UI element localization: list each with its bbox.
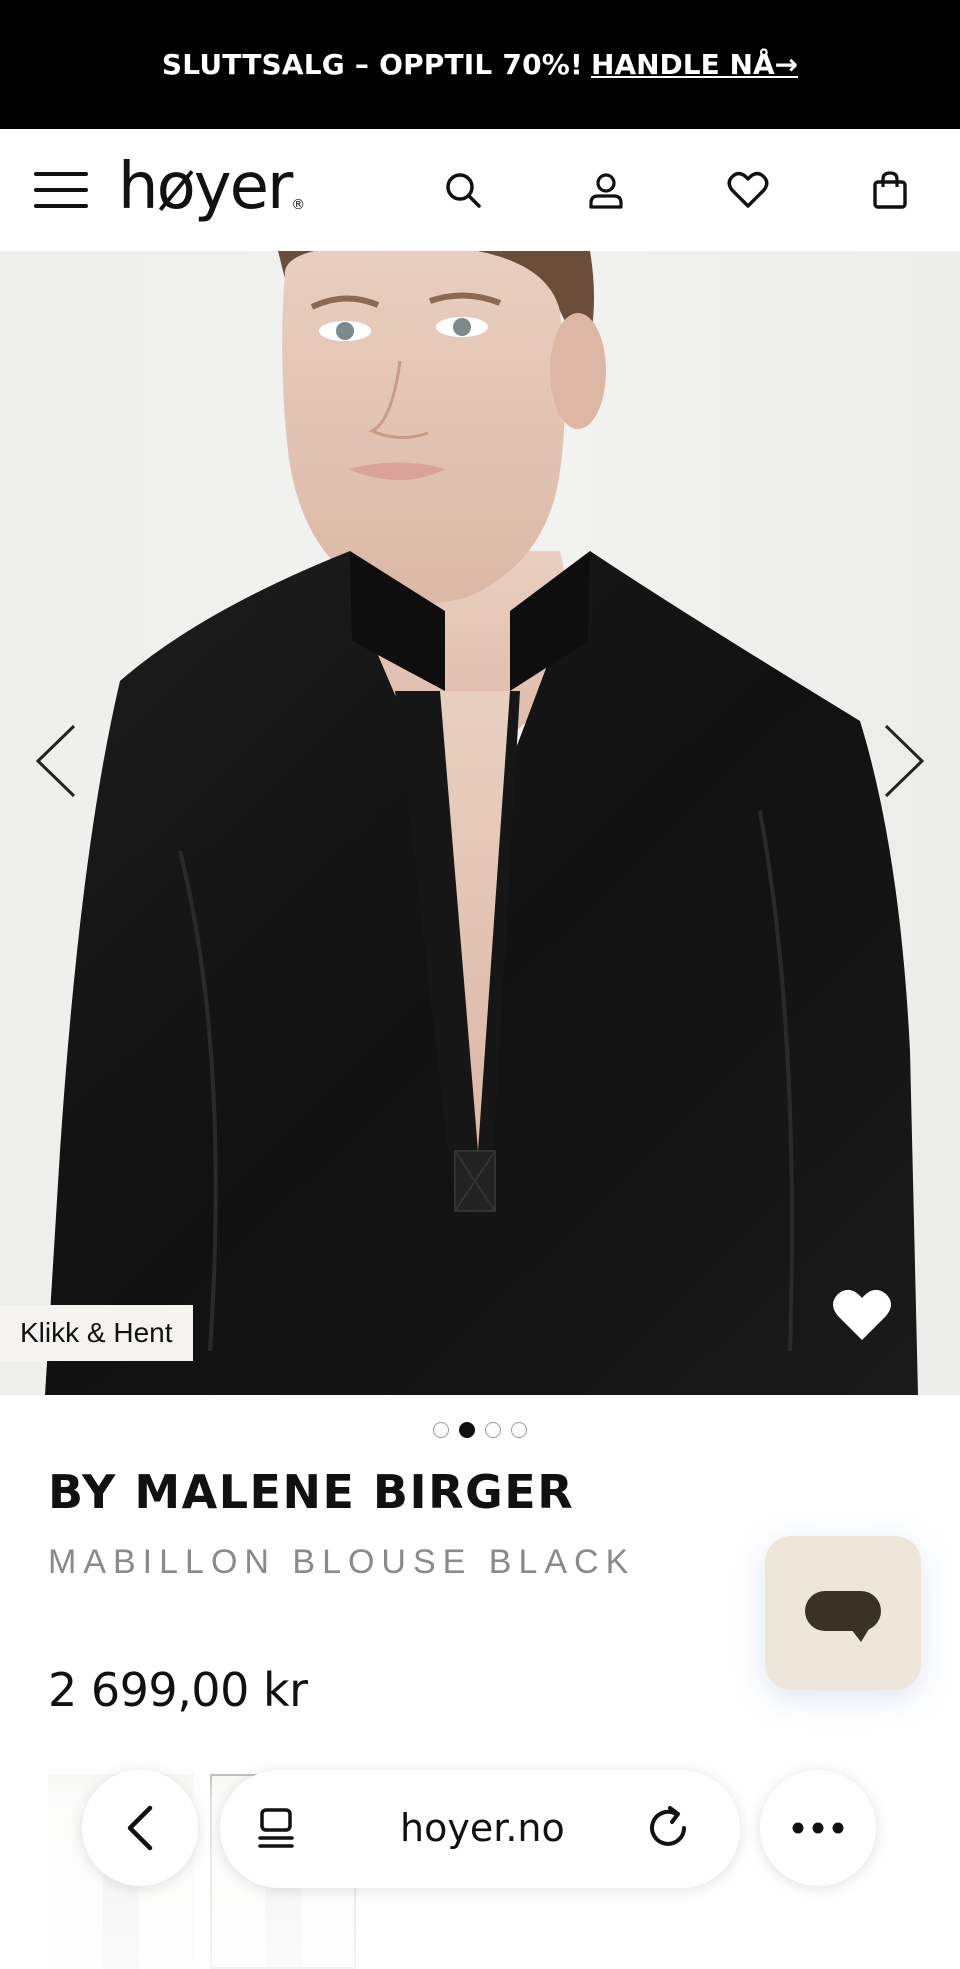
add-to-wishlist-heart-icon[interactable] [830, 1286, 894, 1344]
product-image-carousel[interactable]: Klikk & Hent [0, 251, 960, 1395]
product-brand[interactable]: BY MALENE BIRGER [48, 1465, 574, 1519]
chat-bubble-icon [805, 1591, 881, 1642]
tabs-icon[interactable] [248, 1800, 304, 1856]
user-icon[interactable] [581, 165, 631, 215]
product-price: 2 699,00 kr [48, 1663, 308, 1717]
click-and-collect-badge: Klikk & Hent [0, 1305, 193, 1361]
product-name: MABILLON BLOUSE BLACK [48, 1543, 636, 1581]
carousel-dot[interactable] [485, 1422, 501, 1438]
browser-url-text[interactable]: hoyer.no [400, 1806, 565, 1850]
logo-registered-mark: ® [291, 197, 306, 213]
logo-text: høyer [118, 150, 293, 224]
carousel-dot[interactable] [433, 1422, 449, 1438]
promo-banner: SLUTTSALG – OPPTIL 70%! HANDLE NÅ→ [0, 0, 960, 129]
product-photo [45, 251, 918, 1395]
menu-icon[interactable] [34, 168, 88, 212]
browser-url-bar[interactable]: hoyer.no [220, 1770, 740, 1888]
site-header: høyer® [0, 129, 960, 251]
chat-button[interactable] [765, 1536, 921, 1690]
logo[interactable]: høyer® [118, 151, 305, 223]
carousel-dot-active[interactable] [459, 1422, 475, 1438]
search-icon[interactable] [438, 165, 488, 215]
back-icon[interactable] [82, 1770, 198, 1886]
promo-text: SLUTTSALG – OPPTIL 70%! [161, 48, 584, 81]
carousel-next-arrow-icon[interactable] [870, 716, 930, 806]
carousel-prev-arrow-icon[interactable] [30, 716, 90, 806]
more-icon[interactable] [760, 1770, 876, 1886]
reload-icon[interactable] [640, 1800, 696, 1856]
carousel-indicators [0, 1422, 960, 1438]
carousel-dot[interactable] [511, 1422, 527, 1438]
heart-icon[interactable] [723, 165, 773, 215]
shopping-bag-icon[interactable] [865, 165, 915, 215]
promo-shop-now-link[interactable]: HANDLE NÅ→ [591, 48, 798, 81]
